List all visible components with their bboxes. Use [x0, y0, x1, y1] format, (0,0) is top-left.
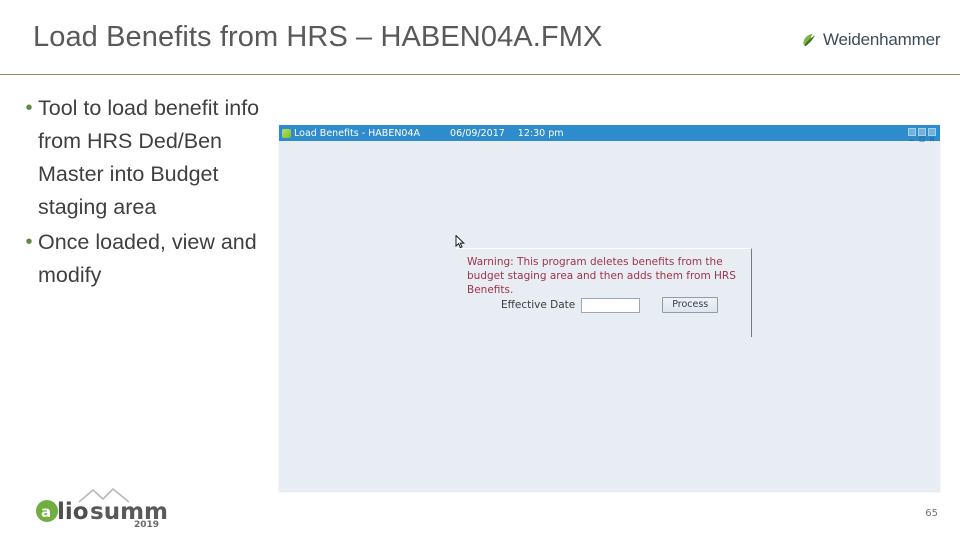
process-button[interactable]: Process — [662, 297, 719, 313]
app-time: 12:30 pm — [517, 127, 564, 139]
bullet-text: Tool to load benefit info from HRS Ded/B… — [38, 96, 260, 219]
page-title: Load Benefits from HRS – HABEN04A.FMX — [33, 21, 603, 53]
alio-summit-logo: a lio summit 2019 — [33, 486, 187, 530]
app-titlebar: Load Benefits - HABEN04A 06/09/2017 12:3… — [279, 125, 940, 142]
mouse-pointer-icon — [455, 234, 466, 250]
warning-message: Warning: This program deletes benefits f… — [467, 256, 736, 296]
bullet-marker-icon: • — [25, 97, 33, 119]
app-date: 06/09/2017 — [450, 127, 505, 139]
svg-text:a: a — [41, 503, 51, 521]
bullet-list: • Tool to load benefit info from HRS Ded… — [20, 92, 275, 294]
close-icon[interactable] — [928, 128, 936, 142]
app-window-title: Load Benefits - HABEN04A — [294, 127, 421, 139]
bullet-text: Once loaded, view and modify — [38, 230, 257, 287]
effective-date-row: Effective Date Process — [501, 297, 719, 313]
page-number: 65 — [925, 508, 938, 519]
header-divider — [0, 74, 960, 75]
embedded-app-window: Load Benefits - HABEN04A 06/09/2017 12:3… — [279, 125, 940, 492]
app-document-icon — [282, 128, 291, 138]
weidenhammer-wordmark: Weidenhammer — [823, 30, 941, 49]
svg-text:2019: 2019 — [134, 520, 159, 528]
list-item: • Tool to load benefit info from HRS Ded… — [20, 92, 275, 224]
maximize-icon[interactable] — [918, 128, 926, 142]
slide-header: Load Benefits from HRS – HABEN04A.FMX We… — [0, 0, 960, 75]
list-item: • Once loaded, view and modify — [20, 226, 275, 292]
weidenhammer-logo: Weidenhammer — [800, 30, 940, 50]
svg-text:lio: lio — [57, 499, 89, 525]
minimize-icon[interactable] — [908, 128, 916, 141]
bullet-marker-icon: • — [25, 231, 33, 253]
effective-date-label: Effective Date — [501, 299, 576, 311]
effective-date-field[interactable] — [581, 297, 641, 313]
leaf-swoosh-icon — [800, 31, 819, 50]
window-controls — [908, 128, 936, 142]
